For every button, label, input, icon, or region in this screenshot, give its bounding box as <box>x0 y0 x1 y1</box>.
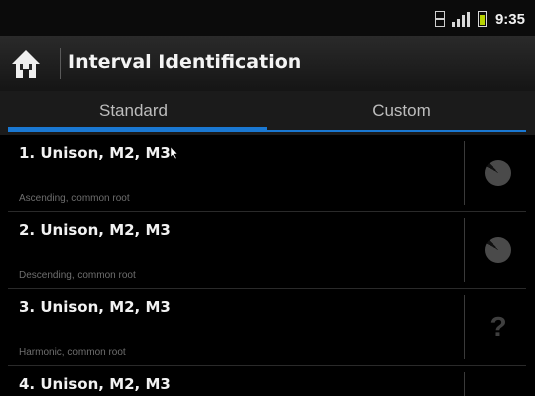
action-bar-divider <box>60 48 61 79</box>
signal-icon <box>451 11 470 27</box>
network-3g-icon <box>434 11 445 27</box>
list-item-subtitle: Harmonic, common root <box>19 347 126 358</box>
tab-active-indicator <box>8 127 267 131</box>
list-item[interactable]: 1. Unison, M2, M3 Ascending, common root <box>8 135 526 212</box>
list-item-title: 2. Unison, M2, M3 <box>19 221 171 239</box>
tab-standard[interactable]: Standard <box>0 91 267 131</box>
progress-status[interactable] <box>478 230 518 270</box>
tab-bar: Standard Custom <box>0 91 535 135</box>
progress-status[interactable] <box>478 153 518 193</box>
battery-icon <box>477 11 487 27</box>
list-item-title: 4. Unison, M2, M3 <box>19 375 171 393</box>
interval-list: 1. Unison, M2, M3 Ascending, common root… <box>0 135 535 396</box>
list-item-divider <box>464 218 465 282</box>
list-item-divider <box>464 295 465 359</box>
list-item-subtitle: Descending, common root <box>19 270 136 281</box>
list-item-divider <box>464 372 465 396</box>
app-screen: 9:35 Interval Identification Standard Cu… <box>0 0 535 396</box>
list-item-title: 3. Unison, M2, M3 <box>19 298 171 316</box>
page-title: Interval Identification <box>68 51 302 73</box>
pie-icon <box>485 160 511 186</box>
action-bar: Interval Identification <box>0 36 535 92</box>
pie-icon <box>485 237 511 263</box>
list-item-divider <box>464 141 465 205</box>
list-item[interactable]: 3. Unison, M2, M3 Harmonic, common root … <box>8 289 526 366</box>
status-time: 9:35 <box>494 10 525 28</box>
list-item[interactable]: 4. Unison, M2, M3 <box>8 366 526 396</box>
list-item-subtitle: Ascending, common root <box>19 193 130 204</box>
status-icons: 9:35 <box>434 10 525 28</box>
list-item[interactable]: 2. Unison, M2, M3 Descending, common roo… <box>8 212 526 289</box>
question-icon: ? <box>489 311 507 342</box>
tab-custom[interactable]: Custom <box>268 91 535 131</box>
status-bar: 9:35 <box>0 0 535 36</box>
list-item-title: 1. Unison, M2, M3 <box>19 144 171 162</box>
progress-status[interactable]: ? <box>478 307 518 347</box>
home-icon[interactable] <box>10 48 42 80</box>
mouse-cursor-icon <box>170 147 178 159</box>
